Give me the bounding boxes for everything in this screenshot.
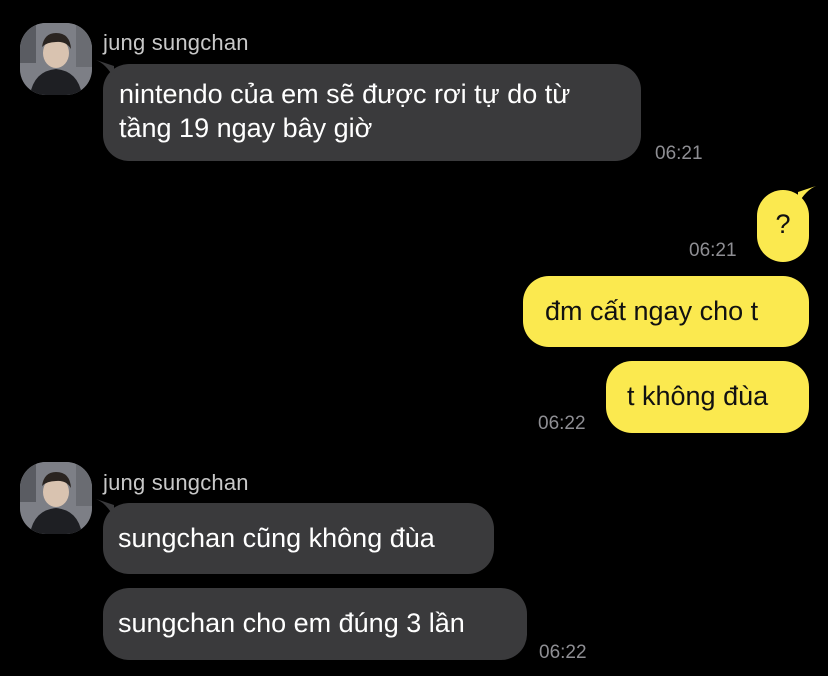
message-timestamp: 06:22	[538, 413, 586, 434]
message-timestamp: 06:21	[655, 143, 703, 164]
message-bubble-incoming[interactable]: nintendo của em sẽ được rơi tự do từ tần…	[103, 64, 641, 161]
sender-name: jung sungchan	[103, 30, 249, 55]
message-bubble-outgoing[interactable]: t không đùa	[606, 361, 809, 433]
avatar[interactable]	[20, 23, 92, 95]
sender-name: jung sungchan	[103, 470, 249, 495]
message-bubble-incoming[interactable]: sungchan cũng không đùa	[103, 503, 494, 574]
message-bubble-outgoing[interactable]: đm cất ngay cho t	[523, 276, 809, 347]
message-timestamp: 06:22	[539, 642, 587, 663]
avatar[interactable]	[20, 462, 92, 534]
message-timestamp: 06:21	[689, 240, 737, 261]
avatar-photo-icon	[20, 23, 92, 95]
avatar-photo-icon	[20, 462, 92, 534]
bubble-tail	[798, 186, 816, 204]
message-bubble-incoming[interactable]: sungchan cho em đúng 3 lần	[103, 588, 527, 660]
